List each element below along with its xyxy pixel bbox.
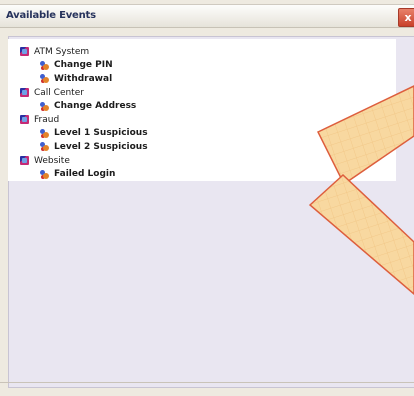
event-icon [40, 60, 49, 70]
folder-icon [20, 47, 29, 57]
group-label: Website [34, 155, 70, 166]
tree-group-website[interactable]: Website [8, 154, 396, 168]
close-icon: x [404, 11, 412, 24]
scrollbar-track[interactable] [396, 37, 414, 387]
group-label: Fraud [34, 114, 60, 125]
group-label: ATM System [34, 46, 90, 57]
tree-group-fraud[interactable]: Fraud [8, 113, 396, 127]
group-label: Call Center [34, 87, 84, 98]
event-icon [40, 101, 49, 111]
tree-item-failed-login[interactable]: Failed Login [8, 167, 396, 181]
item-label: Level 1 Suspicious [54, 128, 148, 139]
tree-item-change-address[interactable]: Change Address [8, 99, 396, 113]
tree-item-level-1-suspicious[interactable]: Level 1 Suspicious [8, 127, 396, 141]
panel-divider [0, 382, 414, 383]
item-label: Change PIN [54, 60, 113, 71]
available-events-window: Available Events x ATM System Change PIN… [0, 0, 414, 396]
event-icon [40, 169, 49, 179]
close-button[interactable]: x [398, 8, 414, 27]
tree-item-level-2-suspicious[interactable]: Level 2 Suspicious [8, 140, 396, 154]
folder-icon [20, 88, 29, 98]
tree-group-call-center[interactable]: Call Center [8, 86, 396, 100]
item-label: Change Address [54, 101, 137, 112]
event-icon [40, 74, 49, 84]
events-tree: ATM System Change PIN Withdrawal Call Ce… [8, 39, 396, 181]
window-title: Available Events [6, 10, 96, 21]
title-bar[interactable]: Available Events x [0, 4, 414, 28]
event-icon [40, 128, 49, 138]
event-icon [40, 142, 49, 152]
tree-item-withdrawal[interactable]: Withdrawal [8, 72, 396, 86]
folder-icon [20, 156, 29, 166]
item-label: Level 2 Suspicious [54, 141, 148, 152]
item-label: Failed Login [54, 169, 116, 180]
folder-icon [20, 115, 29, 125]
tree-group-atm-system[interactable]: ATM System [8, 45, 396, 59]
tree-item-change-pin[interactable]: Change PIN [8, 59, 396, 73]
item-label: Withdrawal [54, 73, 113, 84]
